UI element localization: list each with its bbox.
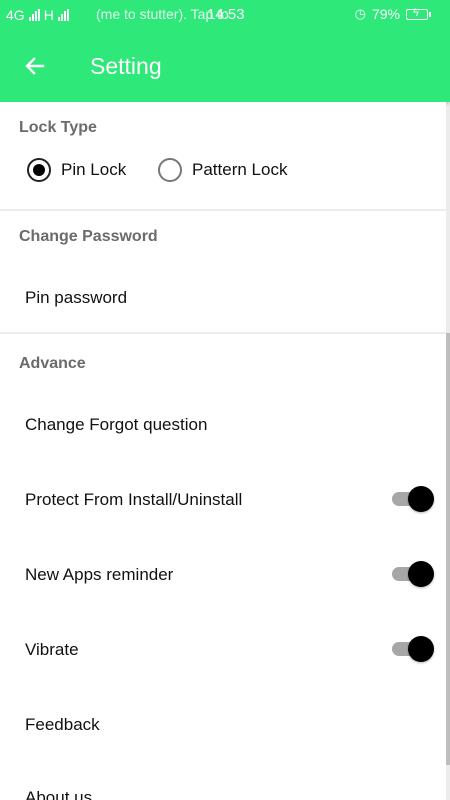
change-forgot-question-item[interactable]: Change Forgot question	[25, 415, 207, 435]
status-left: 4G H	[6, 7, 69, 23]
advance-section: Advance Change Forgot question Protect F…	[0, 334, 446, 800]
network-type: 4G	[6, 7, 25, 23]
status-time: 14:53	[207, 6, 245, 23]
scrollbar[interactable]	[446, 333, 450, 765]
vibrate-item[interactable]: Vibrate	[25, 640, 79, 660]
battery-icon: ϟ	[406, 7, 431, 20]
toggle-knob	[408, 486, 434, 512]
pin-lock-radio[interactable]: Pin Lock	[27, 158, 126, 182]
screen: 4G H (me to stutter). Tap to 14:53 ◷ 79%…	[0, 0, 450, 800]
network-type-2: H	[43, 7, 54, 23]
protect-install-uninstall-toggle[interactable]	[392, 486, 434, 512]
lock-type-section: Lock Type Pin Lock Pattern Lock	[0, 102, 446, 209]
toggle-knob	[408, 561, 434, 587]
app-bar: Setting	[0, 30, 450, 102]
status-bar: 4G H (me to stutter). Tap to 14:53 ◷ 79%…	[0, 0, 450, 30]
alarm-icon: ◷	[354, 6, 366, 21]
lock-type-title: Lock Type	[19, 119, 97, 136]
change-password-section: Change Password Pin password	[0, 211, 446, 332]
status-right: ◷ 79% ϟ	[354, 6, 431, 22]
signal-icon-2	[57, 9, 69, 21]
arrow-left-icon	[25, 57, 45, 75]
radio-unselected-icon	[158, 158, 182, 182]
pin-password-item[interactable]: Pin password	[25, 288, 127, 308]
pattern-lock-label: Pattern Lock	[192, 160, 288, 179]
battery-percent: 79%	[371, 6, 400, 22]
radio-selected-icon	[27, 158, 51, 182]
new-apps-reminder-item[interactable]: New Apps reminder	[25, 565, 173, 585]
about-us-item[interactable]: About us	[25, 788, 92, 800]
pin-lock-label: Pin Lock	[61, 160, 127, 179]
back-button[interactable]	[0, 30, 70, 102]
toggle-knob	[408, 636, 434, 662]
feedback-item[interactable]: Feedback	[25, 715, 100, 735]
pattern-lock-radio[interactable]: Pattern Lock	[158, 158, 287, 182]
vibrate-toggle[interactable]	[392, 636, 434, 662]
advance-title: Advance	[19, 355, 86, 372]
signal-icon	[28, 9, 40, 21]
page-title: Setting	[90, 52, 162, 79]
protect-install-uninstall-item[interactable]: Protect From Install/Uninstall	[25, 490, 242, 510]
change-password-title: Change Password	[19, 228, 158, 245]
new-apps-reminder-toggle[interactable]	[392, 561, 434, 587]
